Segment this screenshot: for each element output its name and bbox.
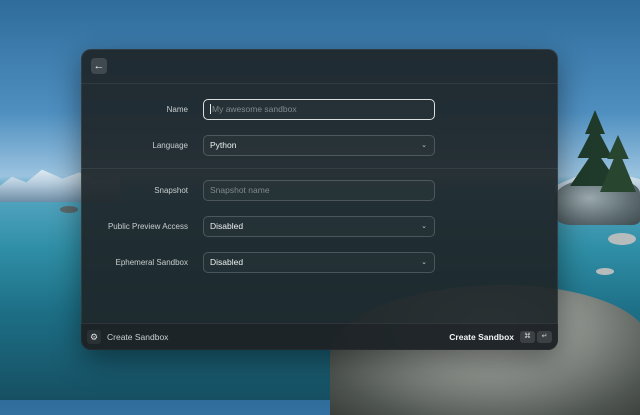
form-row-snapshot: Snapshot Snapshot name (81, 173, 558, 209)
wallpaper-rock (608, 233, 636, 245)
language-label: Language (152, 141, 188, 150)
settings-button[interactable]: ⚙ (87, 330, 101, 344)
wallpaper-rock (596, 268, 614, 275)
section-divider (81, 168, 558, 169)
language-select[interactable]: Python ⌄ (203, 135, 435, 156)
language-value: Python (210, 140, 237, 150)
ephemeral-select[interactable]: Disabled ⌄ (203, 252, 435, 273)
ephemeral-value: Disabled (210, 257, 244, 267)
command-key-icon: ⌘ (520, 331, 535, 343)
name-input[interactable]: My awesome sandbox (203, 99, 435, 120)
return-key-icon: ↵ (537, 331, 552, 343)
chevron-down-icon: ⌄ (421, 223, 427, 230)
text-caret (210, 104, 211, 114)
snapshot-input[interactable]: Snapshot name (203, 180, 435, 201)
snapshot-label: Snapshot (154, 186, 188, 195)
footer-bar: ⚙ Create Sandbox Create Sandbox ⌘ ↵ (81, 323, 558, 350)
chevron-down-icon: ⌄ (421, 142, 427, 149)
wallpaper-rock (60, 206, 78, 213)
public-preview-label: Public Preview Access (107, 222, 188, 231)
chevron-down-icon: ⌄ (421, 259, 427, 266)
arrow-left-icon: ← (93, 60, 105, 72)
form-row-name: Name My awesome sandbox (81, 92, 558, 128)
public-preview-value: Disabled (210, 221, 244, 231)
form-row-language: Language Python ⌄ (81, 128, 558, 164)
snapshot-placeholder: Snapshot name (210, 185, 270, 195)
form-row-public-preview: Public Preview Access Disabled ⌄ (81, 209, 558, 245)
window-header: ← (81, 49, 558, 84)
name-label: Name (166, 105, 188, 114)
create-sandbox-button[interactable]: Create Sandbox (449, 324, 514, 350)
footer-title: Create Sandbox (107, 332, 169, 342)
public-preview-select[interactable]: Disabled ⌄ (203, 216, 435, 237)
create-sandbox-window: ← Name My awesome sandbox Language Pytho… (81, 49, 558, 350)
sandbox-form: Name My awesome sandbox Language Python … (81, 84, 558, 281)
name-placeholder: My awesome sandbox (212, 104, 297, 114)
gear-icon: ⚙ (89, 332, 99, 342)
form-row-ephemeral: Ephemeral Sandbox Disabled ⌄ (81, 245, 558, 281)
ephemeral-label: Ephemeral Sandbox (115, 258, 189, 267)
back-button[interactable]: ← (91, 58, 107, 74)
